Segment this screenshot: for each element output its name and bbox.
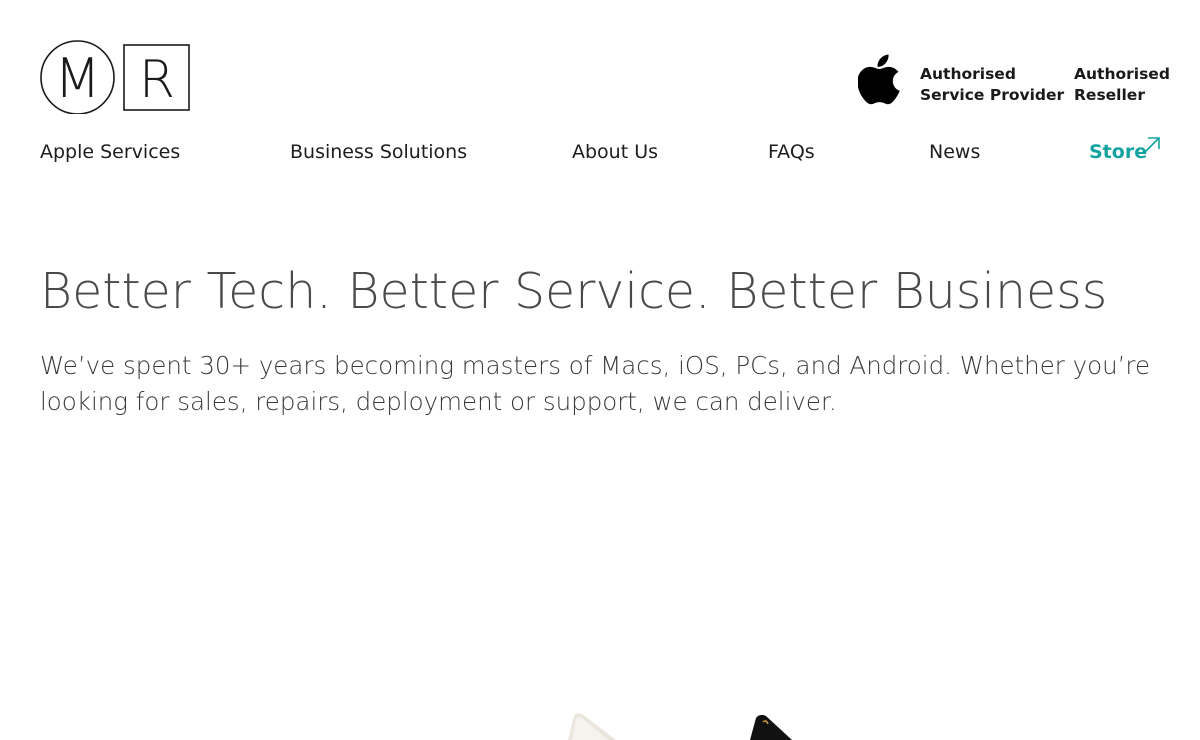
hero-subtitle: We’ve spent 30+ years becoming masters o…: [40, 351, 1151, 416]
badge-line: Reseller: [1074, 86, 1145, 104]
nav-faqs[interactable]: FAQs: [768, 141, 815, 163]
hero-title: Better Tech. Better Service. Better Busi…: [40, 263, 1108, 320]
logo-letter-r: R: [139, 50, 175, 110]
nav-business-solutions[interactable]: Business Solutions: [290, 141, 467, 163]
badge-line: Authorised: [920, 65, 1016, 83]
device-image: [568, 713, 792, 740]
nav-apple-services[interactable]: Apple Services: [40, 141, 180, 163]
nav-news[interactable]: News: [929, 141, 980, 163]
external-arrow-icon[interactable]: [1140, 135, 1162, 157]
authorised-reseller-badge: Authorised Reseller: [1074, 64, 1170, 106]
authorised-service-provider-badge: Authorised Service Provider: [920, 64, 1064, 106]
badge-line: Authorised: [1074, 65, 1170, 83]
badge-line: Service Provider: [920, 86, 1065, 104]
mr-logo[interactable]: M R: [40, 40, 192, 114]
apple-logo-icon: [858, 54, 900, 105]
nav-store[interactable]: Store: [1089, 141, 1147, 163]
logo-letter-m: M: [54, 47, 101, 110]
nav-about-us[interactable]: About Us: [572, 141, 658, 163]
